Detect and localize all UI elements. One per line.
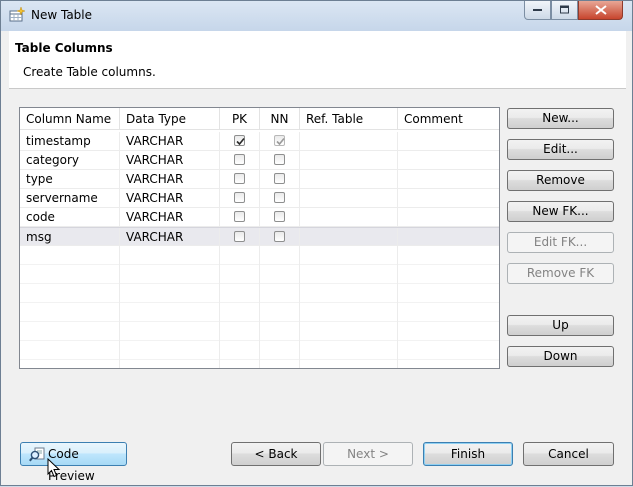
window-title: New Table bbox=[31, 8, 93, 22]
columns-table[interactable]: Column Name Data Type PK NN Ref. Table C… bbox=[19, 107, 500, 369]
edit-column-button[interactable]: Edit... bbox=[507, 139, 614, 160]
close-icon bbox=[594, 5, 607, 15]
finish-button[interactable]: Finish bbox=[423, 442, 513, 466]
cell-pk bbox=[220, 208, 260, 226]
move-down-button[interactable]: Down bbox=[507, 346, 614, 367]
table-row[interactable]: servername VARCHAR bbox=[20, 189, 499, 208]
page-description: Create Table columns. bbox=[23, 65, 156, 79]
cell-nn bbox=[260, 151, 300, 169]
cell-ref-table bbox=[300, 228, 398, 246]
nn-checkbox[interactable] bbox=[274, 231, 285, 242]
code-preview-button[interactable]: Code Preview bbox=[20, 442, 127, 483]
cell-pk bbox=[220, 228, 260, 246]
move-up-button[interactable]: Up bbox=[507, 315, 614, 336]
minimize-icon bbox=[532, 9, 542, 11]
cell-ref-table bbox=[300, 170, 398, 188]
cell-comment bbox=[398, 189, 499, 207]
column-header-data-type[interactable]: Data Type bbox=[120, 108, 220, 130]
cell-column-name: code bbox=[20, 208, 120, 226]
table-row-selected[interactable]: msg VARCHAR bbox=[20, 227, 499, 246]
cell-comment bbox=[398, 228, 499, 246]
nn-checkbox[interactable] bbox=[274, 173, 285, 184]
cell-ref-table bbox=[300, 189, 398, 207]
wizard-body: Column Name Data Type PK NN Ref. Table C… bbox=[9, 89, 626, 483]
cell-data-type: VARCHAR bbox=[120, 170, 220, 188]
nn-checkbox[interactable] bbox=[274, 211, 285, 222]
cell-pk bbox=[220, 132, 260, 150]
maximize-button[interactable] bbox=[551, 1, 578, 20]
pk-checkbox[interactable] bbox=[234, 154, 245, 165]
remove-column-button[interactable]: Remove bbox=[507, 170, 614, 191]
cell-ref-table bbox=[300, 132, 398, 150]
cell-nn bbox=[260, 189, 300, 207]
pk-checkbox[interactable] bbox=[234, 211, 245, 222]
pk-checkbox[interactable] bbox=[234, 135, 245, 146]
cell-data-type: VARCHAR bbox=[120, 228, 220, 246]
cell-column-name: servername bbox=[20, 189, 120, 207]
cell-ref-table bbox=[300, 151, 398, 169]
maximize-icon bbox=[559, 5, 569, 14]
table-row[interactable]: timestamp VARCHAR bbox=[20, 132, 499, 151]
checkmark-icon bbox=[236, 137, 245, 146]
pk-checkbox[interactable] bbox=[234, 192, 245, 203]
page-title: Table Columns bbox=[15, 41, 113, 55]
cell-pk bbox=[220, 170, 260, 188]
table-row[interactable]: code VARCHAR bbox=[20, 208, 499, 227]
cell-comment bbox=[398, 208, 499, 226]
column-header-pk[interactable]: PK bbox=[220, 108, 260, 130]
wizard-header: Table Columns Create Table columns. bbox=[9, 31, 626, 89]
nn-checkbox[interactable] bbox=[274, 135, 285, 146]
column-header-comment[interactable]: Comment bbox=[398, 108, 499, 130]
pk-checkbox[interactable] bbox=[234, 173, 245, 184]
new-column-button[interactable]: New... bbox=[507, 108, 614, 129]
mouse-cursor-icon bbox=[47, 458, 61, 478]
cell-nn bbox=[260, 228, 300, 246]
new-fk-button[interactable]: New FK... bbox=[507, 201, 614, 222]
back-button[interactable]: < Back bbox=[231, 442, 321, 466]
new-table-dialog: New Table Table Columns Create Table col… bbox=[0, 0, 633, 486]
cancel-button[interactable]: Cancel bbox=[523, 442, 614, 466]
cell-data-type: VARCHAR bbox=[120, 151, 220, 169]
cell-nn bbox=[260, 208, 300, 226]
minimize-button[interactable] bbox=[524, 1, 551, 20]
column-header-nn[interactable]: NN bbox=[260, 108, 300, 130]
remove-fk-button[interactable]: Remove FK bbox=[507, 263, 614, 284]
cell-comment bbox=[398, 132, 499, 150]
new-table-icon bbox=[9, 6, 26, 23]
empty-rows bbox=[20, 246, 499, 368]
cell-data-type: VARCHAR bbox=[120, 132, 220, 150]
edit-fk-button[interactable]: Edit FK... bbox=[507, 232, 614, 253]
checkmark-icon bbox=[276, 137, 285, 146]
cell-data-type: VARCHAR bbox=[120, 189, 220, 207]
cell-pk bbox=[220, 151, 260, 169]
cell-column-name: category bbox=[20, 151, 120, 169]
cell-data-type: VARCHAR bbox=[120, 208, 220, 226]
cell-pk bbox=[220, 189, 260, 207]
cell-comment bbox=[398, 151, 499, 169]
table-row[interactable]: type VARCHAR bbox=[20, 170, 499, 189]
table-row[interactable]: category VARCHAR bbox=[20, 151, 499, 170]
column-header-ref-table[interactable]: Ref. Table bbox=[300, 108, 398, 130]
cell-nn bbox=[260, 170, 300, 188]
column-header-name[interactable]: Column Name bbox=[20, 108, 120, 130]
nn-checkbox[interactable] bbox=[274, 154, 285, 165]
nn-checkbox[interactable] bbox=[274, 192, 285, 203]
cell-column-name: timestamp bbox=[20, 132, 120, 150]
next-button[interactable]: Next > bbox=[323, 442, 413, 466]
cell-column-name: msg bbox=[20, 228, 120, 246]
cell-comment bbox=[398, 170, 499, 188]
close-button[interactable] bbox=[578, 1, 623, 20]
cell-nn bbox=[260, 132, 300, 150]
title-bar: New Table bbox=[1, 1, 632, 31]
cell-ref-table bbox=[300, 208, 398, 226]
magnifier-icon bbox=[29, 447, 45, 469]
pk-checkbox[interactable] bbox=[234, 231, 245, 242]
cell-column-name: type bbox=[20, 170, 120, 188]
